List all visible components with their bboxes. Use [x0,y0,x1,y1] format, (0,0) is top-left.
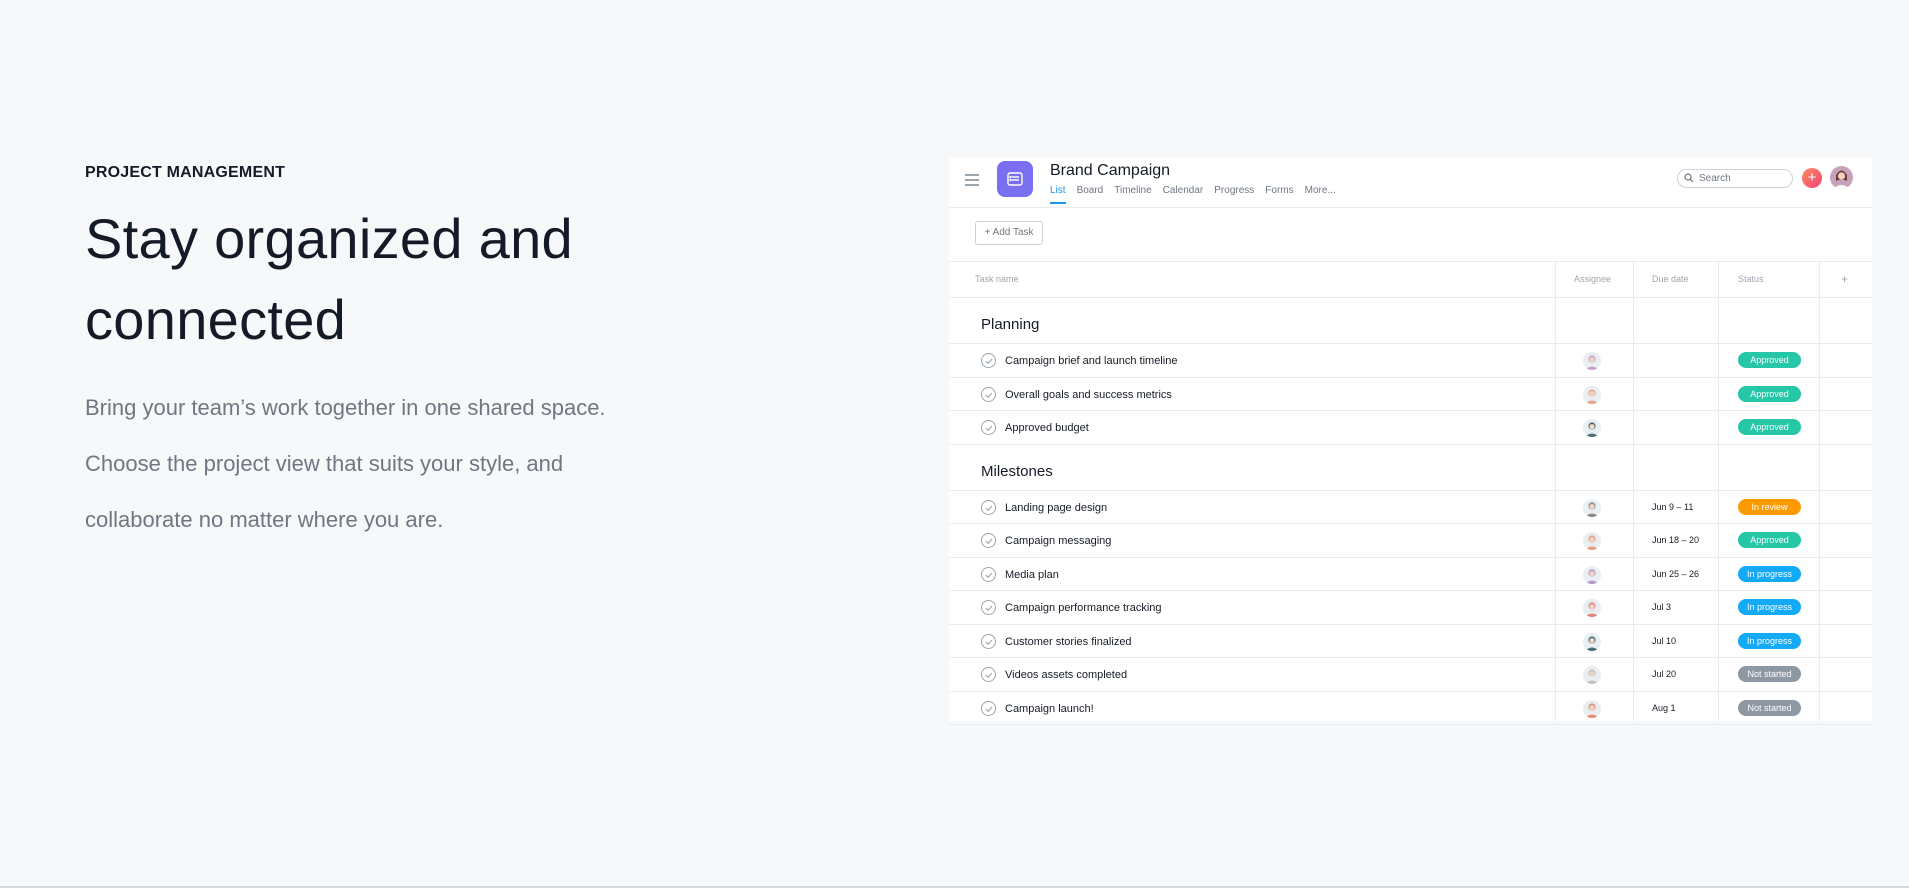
complete-checkbox[interactable] [981,533,996,548]
table-row[interactable]: Campaign brief and launch timeline Approv… [949,344,1872,378]
tab-timeline[interactable]: Timeline [1114,185,1151,204]
project-header: Brand Campaign List Board Timeline Calendar… [949,158,1872,208]
due-date[interactable]: Aug 1 [1652,703,1676,713]
assignee-avatar[interactable] [1583,498,1601,517]
due-date[interactable]: Jul 3 [1652,602,1671,612]
status-badge[interactable]: In review [1738,498,1801,515]
section-title[interactable]: Milestones [981,463,1053,480]
due-date[interactable]: Jul 10 [1652,636,1676,646]
status-badge[interactable]: In progress [1738,565,1801,582]
column-header-status[interactable]: Status [1738,274,1764,284]
complete-checkbox[interactable] [981,420,996,435]
status-badge[interactable]: In progress [1738,599,1801,615]
status-badge[interactable]: Approved [1738,419,1801,435]
body-line: collaborate no matter where you are. [85,507,444,532]
assignee-avatar[interactable] [1583,599,1601,617]
assignee-avatar[interactable] [1583,699,1601,718]
due-date[interactable]: Jun 25 – 26 [1652,569,1699,579]
status-badge[interactable]: Not started [1738,666,1801,682]
assignee-avatar[interactable] [1583,419,1601,437]
task-name[interactable]: Customer stories finalized [1005,636,1132,648]
hero-body: Bring your team’s work together in one s… [85,380,705,548]
due-date[interactable]: Jun 9 – 11 [1652,502,1693,512]
add-task-button[interactable]: + Add Task [975,221,1043,245]
avatar[interactable] [1830,166,1853,189]
status-badge[interactable]: In progress [1738,632,1801,649]
assignee-avatar[interactable] [1583,565,1601,584]
list-icon[interactable] [997,161,1033,197]
assignee-avatar[interactable] [1583,352,1601,370]
task-rows: Planning Campaign brief and launch timeli… [949,298,1872,725]
due-date[interactable]: Jun 18 – 20 [1652,535,1699,545]
list-toolbar: + Add Task [949,208,1872,262]
status-badge[interactable]: Approved [1738,385,1801,402]
add-column-button[interactable]: + [1841,272,1848,286]
column-header-assignee[interactable]: Assignee [1574,274,1611,284]
complete-checkbox[interactable] [981,600,996,615]
due-date[interactable]: Jul 20 [1652,669,1676,679]
tab-forms[interactable]: Forms [1265,185,1293,204]
view-tabs: List Board Timeline Calendar Progress Forms Mo… [1050,185,1336,204]
complete-checkbox[interactable] [981,633,996,649]
table-row[interactable]: Videos assets completed Jul 20 Not started [949,658,1872,692]
hero-copy: PROJECT MANAGEMENT Stay organized and co… [85,164,705,548]
complete-checkbox[interactable] [981,700,996,716]
headline: Stay organized and connected [85,198,705,360]
table-row[interactable]: Overall goals and success metrics Approve… [949,378,1872,411]
assignee-avatar[interactable] [1583,385,1601,404]
complete-checkbox[interactable] [981,566,996,582]
task-name[interactable]: Landing page design [1005,502,1107,514]
section-title[interactable]: Planning [981,316,1039,333]
table-row[interactable]: Approved budget Approved [949,411,1872,445]
table-header: Task name Assignee Due date Status + [949,262,1872,298]
task-name[interactable]: Media plan [1005,569,1059,581]
tab-list[interactable]: List [1050,185,1066,204]
task-name[interactable]: Campaign brief and launch timeline [1005,355,1177,367]
menu-icon[interactable] [965,174,979,186]
status-badge[interactable]: Approved [1738,532,1801,548]
task-name[interactable]: Campaign messaging [1005,535,1111,547]
task-table: Task name Assignee Due date Status + Pla… [949,262,1872,725]
eyebrow-label: PROJECT MANAGEMENT [85,164,286,181]
tab-progress[interactable]: Progress [1214,185,1254,204]
task-name[interactable]: Campaign launch! [1005,703,1094,715]
project-list-panel: Brand Campaign List Board Timeline Calendar… [949,158,1872,725]
column-header-due-date[interactable]: Due date [1652,274,1689,284]
complete-checkbox[interactable] [981,499,996,515]
search-icon [1684,173,1694,183]
status-badge[interactable]: Not started [1738,699,1801,716]
task-name[interactable]: Videos assets completed [1005,669,1127,681]
search-placeholder: Search [1699,173,1731,184]
tab-calendar[interactable]: Calendar [1163,185,1204,204]
assignee-avatar[interactable] [1583,532,1601,550]
search-input[interactable]: Search [1677,169,1793,188]
column-header-task[interactable]: Task name [975,274,1019,284]
section-row: Milestones [949,445,1872,491]
tab-more[interactable]: More... [1305,185,1336,204]
assignee-avatar[interactable] [1583,632,1601,651]
complete-checkbox[interactable] [981,353,996,368]
complete-checkbox[interactable] [981,386,996,402]
complete-checkbox[interactable] [981,667,996,682]
task-name[interactable]: Overall goals and success metrics [1005,389,1172,401]
quick-add-button[interactable]: + [1802,168,1822,188]
project-title: Brand Campaign [1050,162,1171,179]
body-line: Bring your team’s work together in one s… [85,395,606,420]
tab-board[interactable]: Board [1077,185,1104,204]
table-row[interactable]: Campaign performance tracking Jul 3 In pro… [949,591,1872,625]
status-badge[interactable]: Approved [1738,352,1801,368]
table-row[interactable]: Media plan Jun 25 – 26 In progress [949,558,1872,591]
table-row[interactable]: Campaign messaging Jun 18 – 20 Approved [949,524,1872,558]
table-row[interactable]: Landing page design Jun 9 – 11 In review [949,491,1872,524]
task-name[interactable]: Campaign performance tracking [1005,602,1162,614]
headline-line: Stay organized and [85,207,573,270]
table-row[interactable]: Customer stories finalized Jul 10 In progr… [949,625,1872,658]
assignee-avatar[interactable] [1583,666,1601,684]
task-name[interactable]: Approved budget [1005,422,1089,434]
body-line: Choose the project view that suits your … [85,451,564,476]
table-row[interactable]: Campaign launch! Aug 1 Not started [949,692,1872,725]
headline-line: connected [85,288,347,351]
section-row: Planning [949,298,1872,344]
